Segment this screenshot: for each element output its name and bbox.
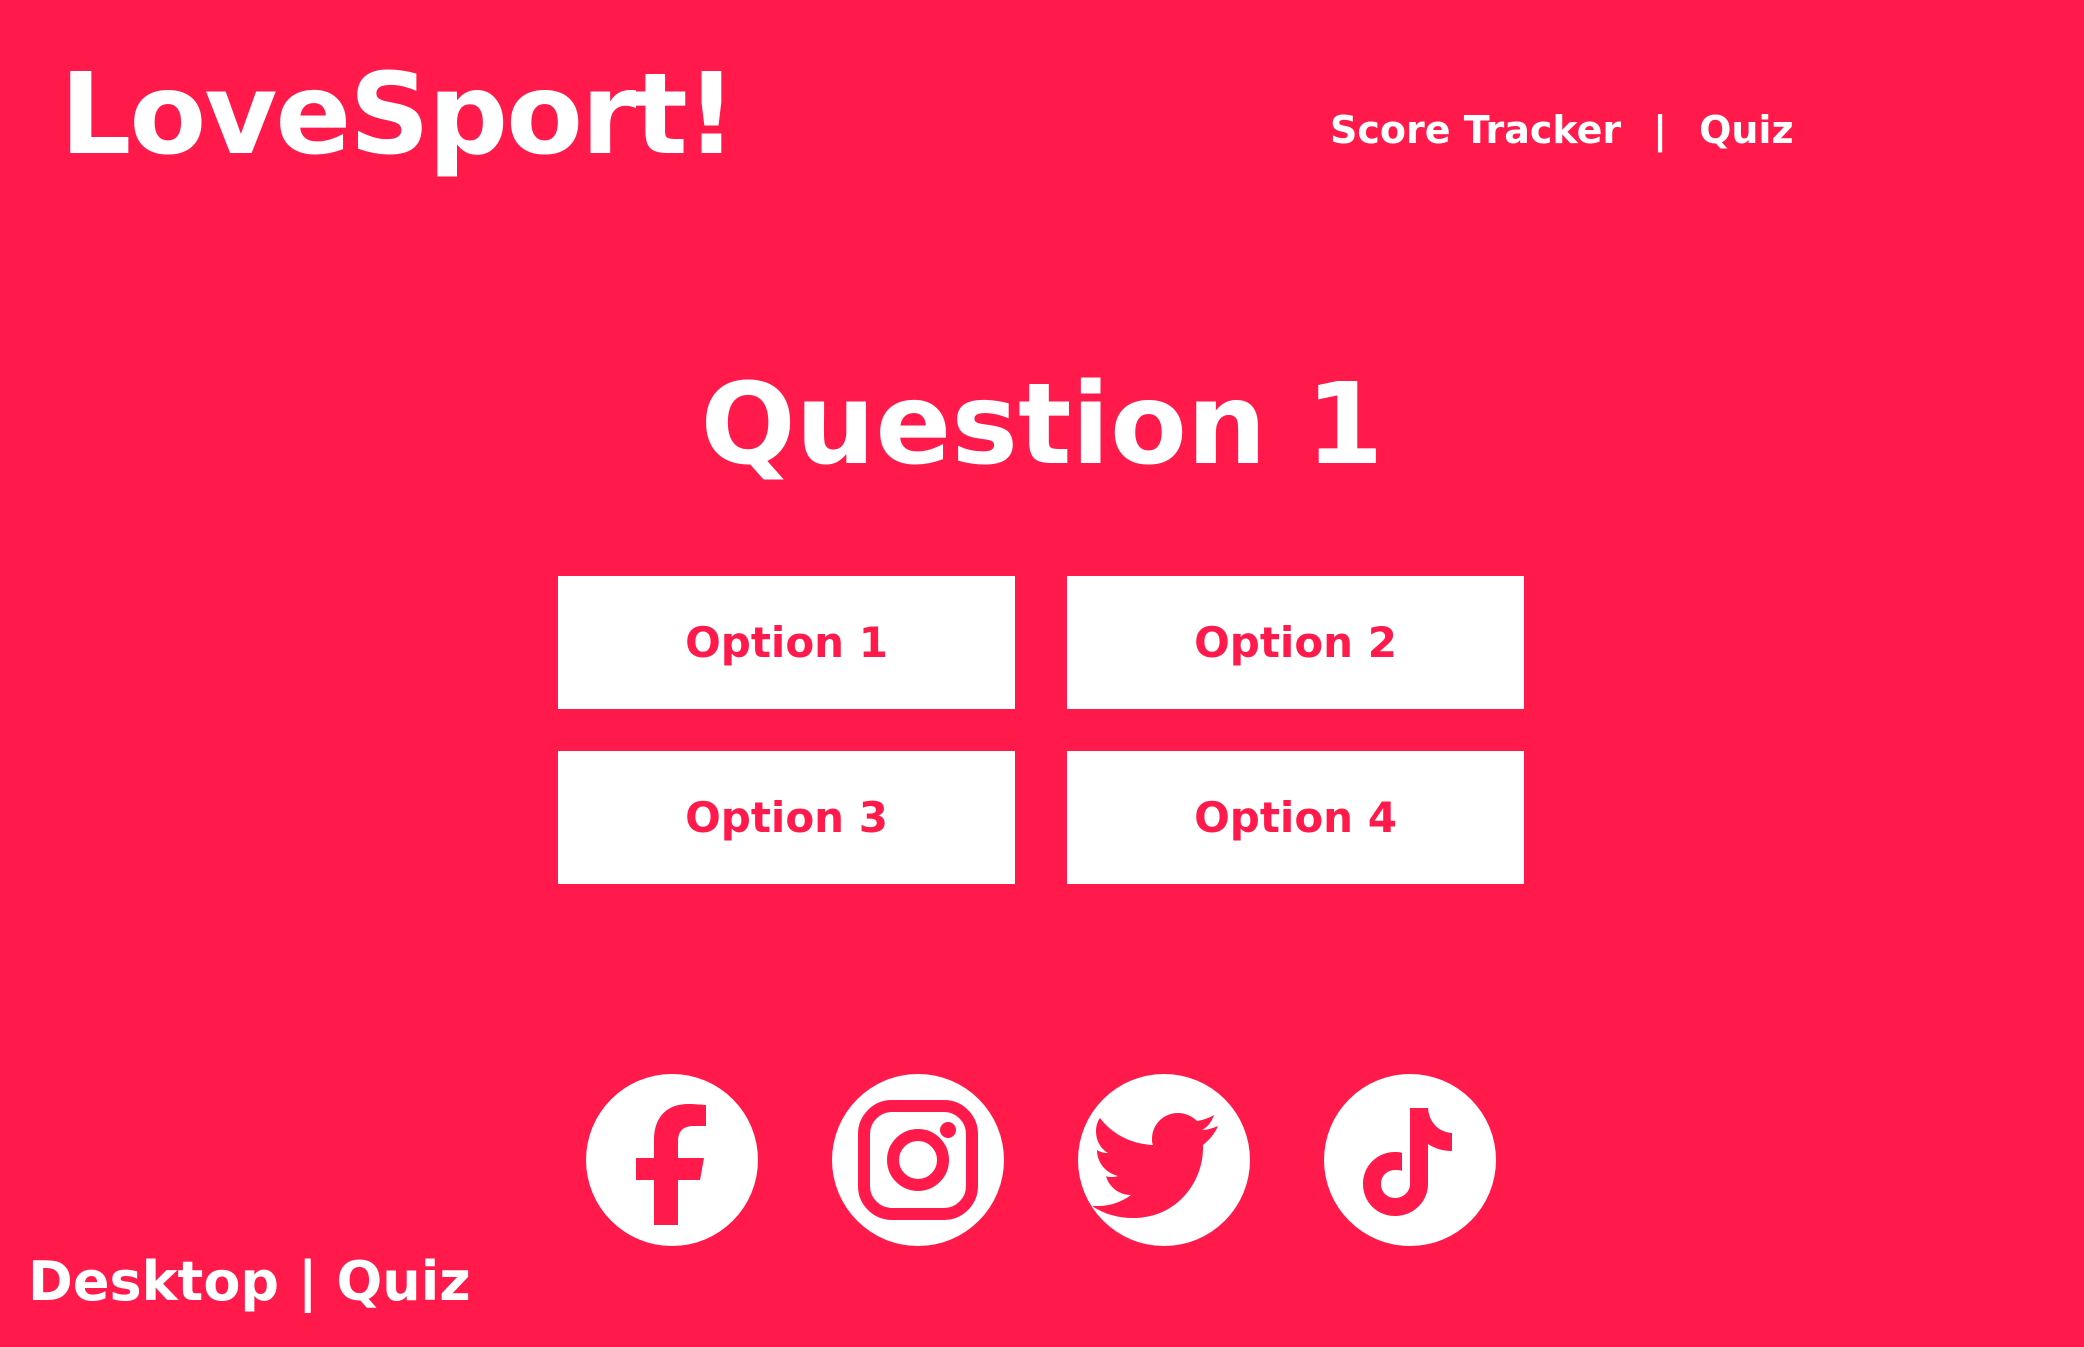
nav-link-score-tracker[interactable]: Score Tracker: [1330, 108, 1621, 152]
instagram-link[interactable]: [832, 1074, 1004, 1246]
nav-separator: |: [1653, 108, 1668, 152]
tiktok-icon: [1363, 1108, 1452, 1216]
option-3-button[interactable]: Option 3: [558, 751, 1015, 884]
nav-link-quiz[interactable]: Quiz: [1699, 108, 1794, 152]
twitter-icon: [1092, 1113, 1218, 1218]
facebook-icon: [636, 1104, 706, 1225]
main-nav: Score Tracker | Quiz: [1330, 108, 1794, 152]
instagram-icon: [858, 1100, 978, 1220]
option-2-button[interactable]: Option 2: [1067, 576, 1524, 709]
option-4-button[interactable]: Option 4: [1067, 751, 1524, 884]
site-logo[interactable]: LoveSport!: [60, 48, 737, 182]
option-1-button[interactable]: Option 1: [558, 576, 1015, 709]
twitter-link[interactable]: [1078, 1074, 1250, 1246]
page-caption: Desktop | Quiz: [28, 1250, 471, 1313]
tiktok-link[interactable]: [1324, 1074, 1496, 1246]
facebook-link[interactable]: [586, 1074, 758, 1246]
question-title: Question 1: [700, 360, 1384, 490]
